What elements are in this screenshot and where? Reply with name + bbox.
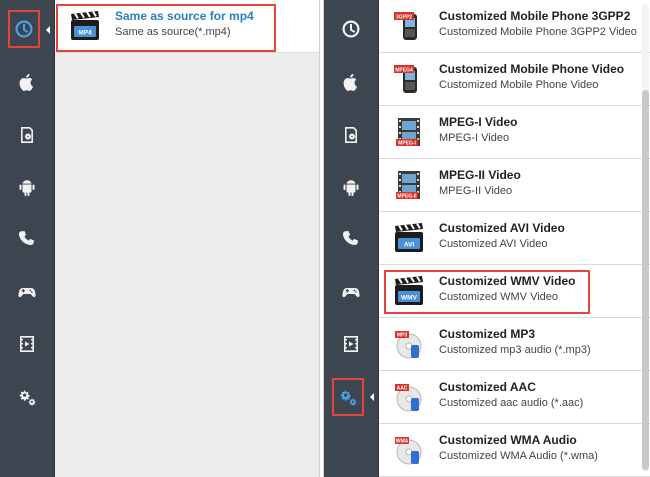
film-icon (20, 336, 34, 352)
svg-text:AAC: AAC (397, 386, 408, 392)
format-title: Same as source for mp4 (115, 9, 254, 23)
svg-text:WMA: WMA (396, 439, 409, 445)
format-description: MPEG-II Video (439, 185, 513, 197)
format-title: Customized Mobile Phone Video (439, 62, 625, 76)
format-description: Customized WMV Video (439, 291, 559, 303)
disc-category-button[interactable] (0, 109, 54, 161)
gears-icon (19, 390, 36, 406)
clock-icon (342, 20, 360, 38)
recent-category-button[interactable] (324, 3, 378, 55)
format-list: MP4 Same as source for mp4 Same as sourc… (55, 0, 319, 477)
format-title: Customized Mobile Phone 3GPP2 (439, 9, 631, 23)
settings-category-button[interactable] (332, 378, 364, 416)
film-icon (344, 336, 358, 352)
format-row[interactable]: AVI Customized AVI Video Customized AVI … (379, 212, 650, 265)
svg-text:MP4: MP4 (78, 30, 92, 37)
svg-text:3GPP2: 3GPP2 (396, 14, 412, 20)
film-strip-format-icon: MPEG-I (396, 118, 420, 147)
phone-category-button[interactable] (0, 213, 54, 265)
gears-icon (340, 390, 357, 406)
format-row[interactable]: WMV Customized WMV Video Customized WMV … (379, 265, 650, 318)
disc-icon (21, 127, 33, 143)
format-title: Customized AAC (439, 380, 536, 394)
android-icon (19, 180, 35, 196)
apple-category-button[interactable] (0, 56, 54, 108)
svg-text:MP3: MP3 (397, 333, 408, 339)
game-category-button[interactable] (0, 266, 54, 318)
format-description: Customized mp3 audio (*.mp3) (439, 344, 591, 356)
recent-category-button[interactable] (8, 10, 40, 48)
android-category-button[interactable] (0, 161, 54, 213)
format-description: Customized aac audio (*.aac) (439, 397, 584, 409)
film-category-button[interactable] (0, 318, 54, 370)
phone-category-button[interactable] (324, 213, 378, 265)
vertical-scrollbar[interactable] (642, 4, 649, 472)
video-format-icon: AVI (395, 223, 423, 252)
format-row[interactable]: MPEG-II MPEG-II Video MPEG-II Video (379, 159, 650, 212)
format-row[interactable]: 3GPP2 Customized Mobile Phone 3GPP2 Cust… (379, 0, 650, 53)
format-row[interactable]: MPEG4 Customized Mobile Phone Video Cust… (379, 53, 650, 106)
format-title: Customized WMV Video (439, 274, 576, 288)
format-description: Customized Mobile Phone 3GPP2 Video (439, 26, 637, 38)
film-strip-format-icon: MPEG-II (396, 171, 420, 200)
active-category-pointer (46, 26, 50, 34)
video-format-icon: WMV (395, 276, 423, 305)
format-title: Customized WMA Audio (439, 433, 577, 447)
format-list: 3GPP2 Customized Mobile Phone 3GPP2 Cust… (379, 0, 650, 477)
left-panel: MP4 Same as source for mp4 Same as sourc… (0, 0, 320, 477)
apple-icon (19, 73, 33, 91)
game-category-button[interactable] (324, 266, 378, 318)
phone-icon (343, 231, 358, 245)
audio-cd-format-icon: MP3 (395, 331, 422, 359)
active-category-pointer (370, 393, 374, 401)
format-row[interactable]: MP3 Customized MP3 Customized mp3 audio … (379, 318, 650, 371)
svg-text:MPEG4: MPEG4 (395, 67, 413, 73)
format-description: Customized WMA Audio (*.wma) (439, 450, 598, 462)
format-title: Customized AVI Video (439, 221, 565, 235)
format-title: MPEG-II Video (439, 168, 521, 182)
scrollbar-thumb[interactable] (642, 90, 649, 470)
mobile-phone-format-icon: MPEG4 (394, 65, 417, 93)
settings-category-button[interactable] (0, 371, 54, 423)
format-row[interactable]: MPEG-I MPEG-I Video MPEG-I Video (379, 106, 650, 159)
svg-text:AVI: AVI (404, 242, 415, 249)
disc-icon (345, 127, 357, 143)
format-description: Customized Mobile Phone Video (439, 79, 599, 91)
android-icon (343, 180, 359, 196)
android-category-button[interactable] (324, 161, 378, 213)
format-row[interactable]: MP4 Same as source for mp4 Same as sourc… (55, 0, 319, 53)
format-title: MPEG-I Video (439, 115, 518, 129)
phone-icon (19, 231, 34, 245)
format-row[interactable]: AAC Customized AAC Customized aac audio … (379, 371, 650, 424)
svg-text:WMV: WMV (401, 295, 418, 302)
gamepad-icon (342, 288, 360, 298)
apple-category-button[interactable] (324, 56, 378, 108)
category-sidebar (324, 0, 379, 477)
gamepad-icon (18, 288, 36, 298)
svg-text:MPEG-I: MPEG-I (398, 141, 416, 147)
format-description: MPEG-I Video (439, 132, 510, 144)
right-panel: 3GPP2 Customized Mobile Phone 3GPP2 Cust… (323, 0, 650, 477)
format-row[interactable]: WMA Customized WMA Audio Customized WMA … (379, 424, 650, 477)
category-sidebar (0, 0, 55, 477)
video-format-icon: MP4 (71, 11, 99, 40)
mobile-phone-format-icon: 3GPP2 (394, 12, 417, 40)
disc-category-button[interactable] (324, 109, 378, 161)
audio-cd-format-icon: AAC (395, 384, 422, 412)
film-category-button[interactable] (324, 318, 378, 370)
format-description: Same as source(*.mp4) (115, 26, 231, 38)
audio-cd-format-icon: WMA (395, 437, 422, 465)
clock-icon (15, 20, 33, 38)
svg-text:MPEG-II: MPEG-II (397, 194, 417, 200)
apple-icon (343, 73, 357, 91)
format-description: Customized AVI Video (439, 238, 548, 250)
format-title: Customized MP3 (439, 327, 536, 341)
